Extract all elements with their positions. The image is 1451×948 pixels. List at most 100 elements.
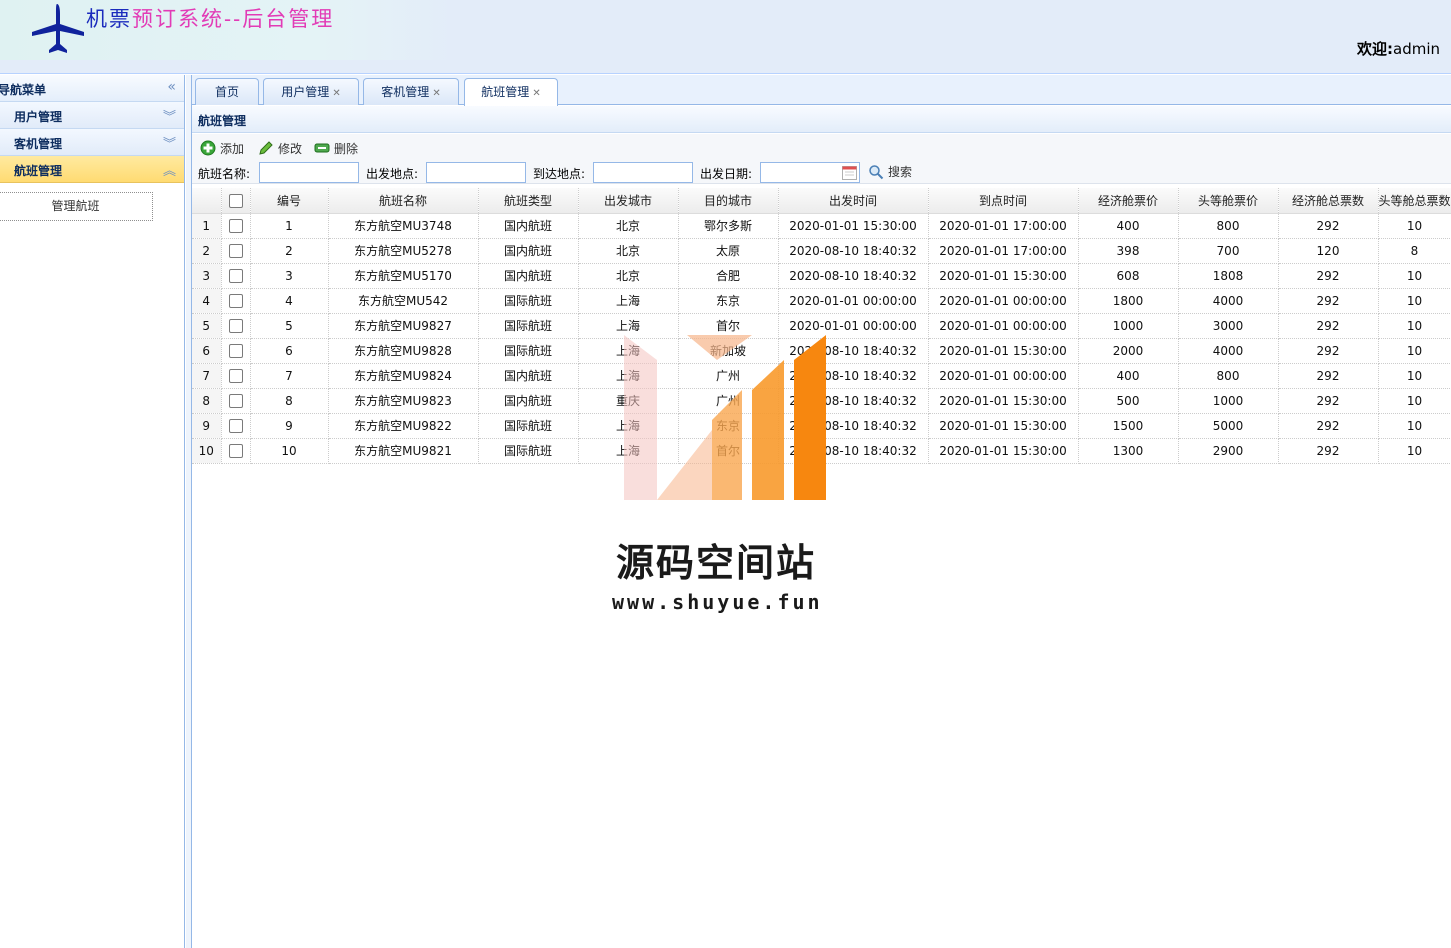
table-row[interactable]: 1 1 东方航空MU3748 国内航班 北京 鄂尔多斯 2020-01-01 15:30:0… [192, 213, 1451, 239]
table-cell: 292 [1278, 288, 1379, 314]
table-cell: 398 [1078, 238, 1179, 264]
table-cell: 国内航班 [478, 238, 579, 264]
row-select-cell[interactable] [221, 263, 251, 289]
table-cell: 10 [1378, 413, 1451, 439]
table-row[interactable]: 6 6 东方航空MU9828 国际航班 上海 新加坡 2020-08-10 18:40:32… [192, 338, 1451, 364]
depart-date-input[interactable] [760, 162, 860, 183]
row-number: 3 [192, 263, 222, 289]
table-cell: 2020-08-10 18:40:32 [778, 238, 929, 264]
table-cell: 新加坡 [678, 338, 779, 364]
tab-aircraft[interactable]: 客机管理 ✕ [363, 78, 459, 105]
close-icon[interactable]: ✕ [432, 88, 440, 99]
row-checkbox[interactable] [228, 218, 243, 233]
table-row[interactable]: 5 5 东方航空MU9827 国际航班 上海 首尔 2020-01-01 00:00:00 2… [192, 313, 1451, 339]
close-icon[interactable]: ✕ [532, 88, 540, 99]
row-number-header [192, 188, 222, 214]
table-row[interactable]: 10 10 东方航空MU9821 国际航班 上海 首尔 2020-08-10 18:40:3… [192, 438, 1451, 464]
edit-button[interactable]: 修改 [258, 139, 302, 157]
add-icon [200, 140, 216, 156]
row-select-cell[interactable] [221, 438, 251, 464]
row-number: 7 [192, 363, 222, 389]
depart-place-input[interactable] [426, 162, 526, 183]
row-checkbox[interactable] [228, 318, 243, 333]
column-header[interactable]: 航班名称 [328, 188, 479, 214]
table-cell: 1000 [1078, 313, 1179, 339]
column-header[interactable]: 经济舱票价 [1078, 188, 1179, 214]
arrive-place-input[interactable] [593, 162, 693, 183]
table-cell: 1808 [1178, 263, 1279, 289]
column-header[interactable]: 出发时间 [778, 188, 929, 214]
row-select-cell[interactable] [221, 213, 251, 239]
table-cell: 上海 [578, 438, 679, 464]
row-select-cell[interactable] [221, 363, 251, 389]
table-cell: 6 [250, 338, 329, 364]
column-header[interactable]: 头等舱总票数 [1378, 188, 1451, 214]
sidebar-item-aircraft[interactable]: 客机管理 ︾ [0, 129, 184, 156]
airplane-icon [32, 4, 84, 53]
row-select-cell[interactable] [221, 388, 251, 414]
table-cell: 2020-08-10 18:40:32 [778, 338, 929, 364]
table-cell: 9 [250, 413, 329, 439]
watermark-title: 源码空间站 [616, 541, 817, 585]
delete-button[interactable]: 删除 [314, 139, 358, 157]
table-cell: 上海 [578, 338, 679, 364]
table-cell: 上海 [578, 413, 679, 439]
row-checkbox[interactable] [228, 418, 243, 433]
row-checkbox[interactable] [228, 268, 243, 283]
tab-flights[interactable]: 航班管理 ✕ [464, 78, 558, 106]
table-cell: 重庆 [578, 388, 679, 414]
toolbar: 添加 修改 删除 航班名称: 出发地点: 到达地点: 出发日期: 搜索 [192, 134, 1451, 184]
collapse-left-icon[interactable]: « [167, 79, 176, 95]
minus-icon [314, 143, 330, 153]
manage-flights-button[interactable]: 管理航班 [0, 192, 153, 221]
row-select-cell[interactable] [221, 338, 251, 364]
table-cell: 292 [1278, 338, 1379, 364]
table-cell: 国内航班 [478, 213, 579, 239]
tab-home[interactable]: 首页 [195, 78, 259, 105]
row-checkbox[interactable] [228, 293, 243, 308]
table-row[interactable]: 3 3 东方航空MU5170 国内航班 北京 合肥 2020-08-10 18:40:32 2… [192, 263, 1451, 289]
column-header[interactable]: 目的城市 [678, 188, 779, 214]
close-icon[interactable]: ✕ [332, 88, 340, 99]
table-cell: 292 [1278, 363, 1379, 389]
table-cell: 东方航空MU9822 [328, 413, 479, 439]
row-checkbox[interactable] [228, 368, 243, 383]
table-cell: 合肥 [678, 263, 779, 289]
table-row[interactable]: 8 8 东方航空MU9823 国内航班 重庆 广州 2020-08-10 18:40:32 2… [192, 388, 1451, 414]
row-select-cell[interactable] [221, 413, 251, 439]
row-checkbox[interactable] [228, 343, 243, 358]
column-header[interactable]: 航班类型 [478, 188, 579, 214]
row-checkbox[interactable] [228, 243, 243, 258]
table-row[interactable]: 9 9 东方航空MU9822 国际航班 上海 东京 2020-08-10 18:40:32 2… [192, 413, 1451, 439]
column-header[interactable]: 出发城市 [578, 188, 679, 214]
select-all-checkbox[interactable] [228, 193, 243, 208]
row-checkbox[interactable] [228, 393, 243, 408]
calendar-icon[interactable] [842, 165, 857, 180]
table-cell: 2020-01-01 15:30:00 [928, 438, 1079, 464]
column-header[interactable]: 经济舱总票数 [1278, 188, 1379, 214]
row-select-cell[interactable] [221, 238, 251, 264]
sidebar-item-flights[interactable]: 航班管理 ︽ [0, 156, 184, 183]
column-header[interactable]: 到点时间 [928, 188, 1079, 214]
column-header[interactable]: 编号 [250, 188, 329, 214]
row-select-cell[interactable] [221, 288, 251, 314]
row-checkbox[interactable] [228, 443, 243, 458]
chevron-down-icon: ︾ [162, 110, 176, 125]
flight-name-input[interactable] [259, 162, 359, 183]
table-row[interactable]: 4 4 东方航空MU542 国际航班 上海 东京 2020-01-01 00:00:00 20… [192, 288, 1451, 314]
table-cell: 鄂尔多斯 [678, 213, 779, 239]
add-button[interactable]: 添加 [200, 139, 244, 157]
chevron-up-icon: ︽ [162, 164, 176, 179]
row-select-cell[interactable] [221, 313, 251, 339]
select-all-header[interactable] [221, 188, 251, 214]
table-row[interactable]: 2 2 东方航空MU5278 国内航班 北京 太原 2020-08-10 18:40:32 2… [192, 238, 1451, 264]
column-header[interactable]: 头等舱票价 [1178, 188, 1279, 214]
search-button[interactable]: 搜索 [868, 163, 912, 180]
sidebar-item-users[interactable]: 用户管理 ︾ [0, 102, 184, 129]
table-cell: 2020-01-01 15:30:00 [928, 413, 1079, 439]
table-cell: 北京 [578, 213, 679, 239]
panel-header: 航班管理 [192, 106, 1451, 133]
table-row[interactable]: 7 7 东方航空MU9824 国内航班 上海 广州 2020-08-10 18:40:32 2… [192, 363, 1451, 389]
tab-users[interactable]: 用户管理 ✕ [263, 78, 359, 105]
sidebar: 导航菜单 « 用户管理 ︾ 客机管理 ︾ 航班管理 ︽ 管理航班 [0, 75, 185, 948]
